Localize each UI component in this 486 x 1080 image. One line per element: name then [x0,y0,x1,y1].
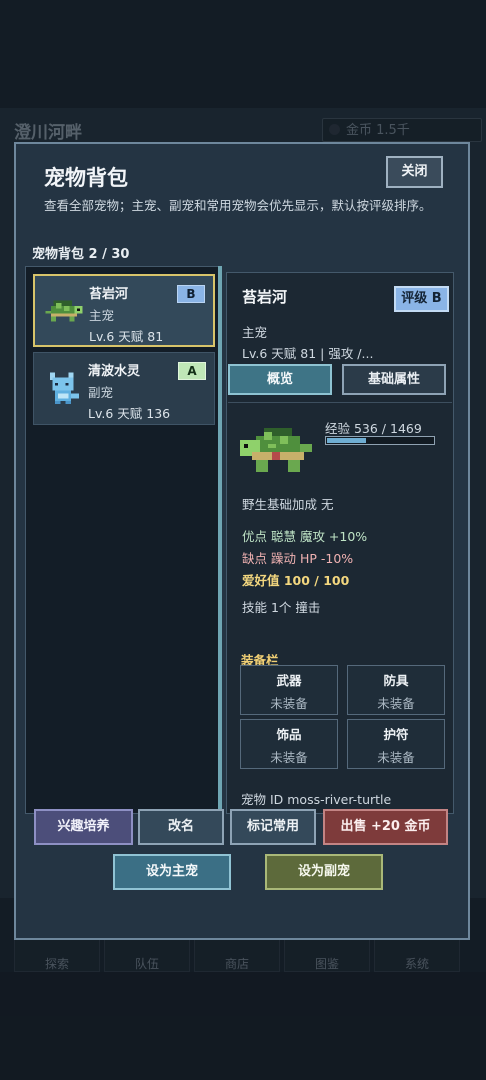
modal-title: 宠物背包 [44,166,128,190]
pet-id: 宠物 ID moss-river-turtle [241,792,392,807]
exp-progress-bar [325,436,435,445]
tab-overview[interactable]: 概览 [228,364,332,395]
rename-button[interactable]: 改名 [138,809,224,845]
pet-stats: Lv.6 天赋 136 [88,406,171,421]
pet-list-item-moss-turtle[interactable]: 苔岩河 主宠 Lv.6 天赋 81 B [33,274,215,347]
slot-name: 防具 [383,673,409,688]
detail-pet-name: 苔岩河 [242,288,288,306]
turtle-portrait-icon [240,428,312,472]
equip-slot-accessory[interactable]: 饰品 未装备 [240,719,338,769]
exp-progress-fill [327,438,366,443]
turtle-sprite-icon [45,300,83,322]
set-main-pet-button[interactable]: 设为主宠 [113,854,231,890]
pet-role: 副宠 [88,385,114,400]
equip-slot-armor[interactable]: 防具 未装备 [347,665,445,715]
pet-list-item-water-spirit[interactable]: 清波水灵 副宠 Lv.6 天赋 136 A [33,352,215,425]
pet-list-scrollbar[interactable] [218,266,222,814]
pet-list-panel[interactable] [25,266,222,814]
cultivate-button[interactable]: 兴趣培养 [34,809,133,845]
bag-count-label: 宠物背包 2 / 30 [32,247,130,262]
tab-basic-attributes[interactable]: 基础属性 [342,364,446,395]
slot-name: 饰品 [276,727,302,742]
slot-name: 武器 [276,673,302,688]
strengths: 优点 聪慧 魔攻 +10% [242,529,368,544]
detail-grade-badge: 评级 B [394,286,449,312]
wild-bonus: 野生基础加成 无 [242,497,334,512]
sell-button[interactable]: 出售 +20 金币 [323,809,448,845]
pet-name: 清波水灵 [88,364,141,379]
detail-stats: Lv.6 天赋 81 | 强攻 /... [242,346,374,361]
pet-role: 主宠 [89,308,115,323]
close-button[interactable]: 关闭 [386,156,443,188]
weaknesses: 缺点 躁动 HP -10% [242,551,354,566]
slot-name: 护符 [383,727,409,742]
modal-description: 查看全部宠物；主宠、副宠和常用宠物会优先显示，默认按评级排序。 [44,198,432,213]
slot-value: 未装备 [377,696,415,711]
grade-badge: B [177,285,205,303]
grade-badge: A [178,362,206,380]
mark-favorite-button[interactable]: 标记常用 [230,809,316,845]
exp-label: 经验 536 / 1469 [325,421,422,436]
slot-value: 未装备 [270,696,308,711]
equip-slot-charm[interactable]: 护符 未装备 [347,719,445,769]
equip-slot-weapon[interactable]: 武器 未装备 [240,665,338,715]
divider [228,402,452,403]
pet-stats: Lv.6 天赋 81 [89,329,164,344]
detail-role: 主宠 [242,325,268,340]
water-spirit-sprite-icon [49,372,79,404]
affection: 爱好值 100 / 100 [242,573,350,588]
pet-name: 苔岩河 [89,287,129,302]
set-sub-pet-button[interactable]: 设为副宠 [265,854,383,890]
skills: 技能 1个 撞击 [242,600,321,615]
slot-value: 未装备 [270,750,308,765]
slot-value: 未装备 [377,750,415,765]
